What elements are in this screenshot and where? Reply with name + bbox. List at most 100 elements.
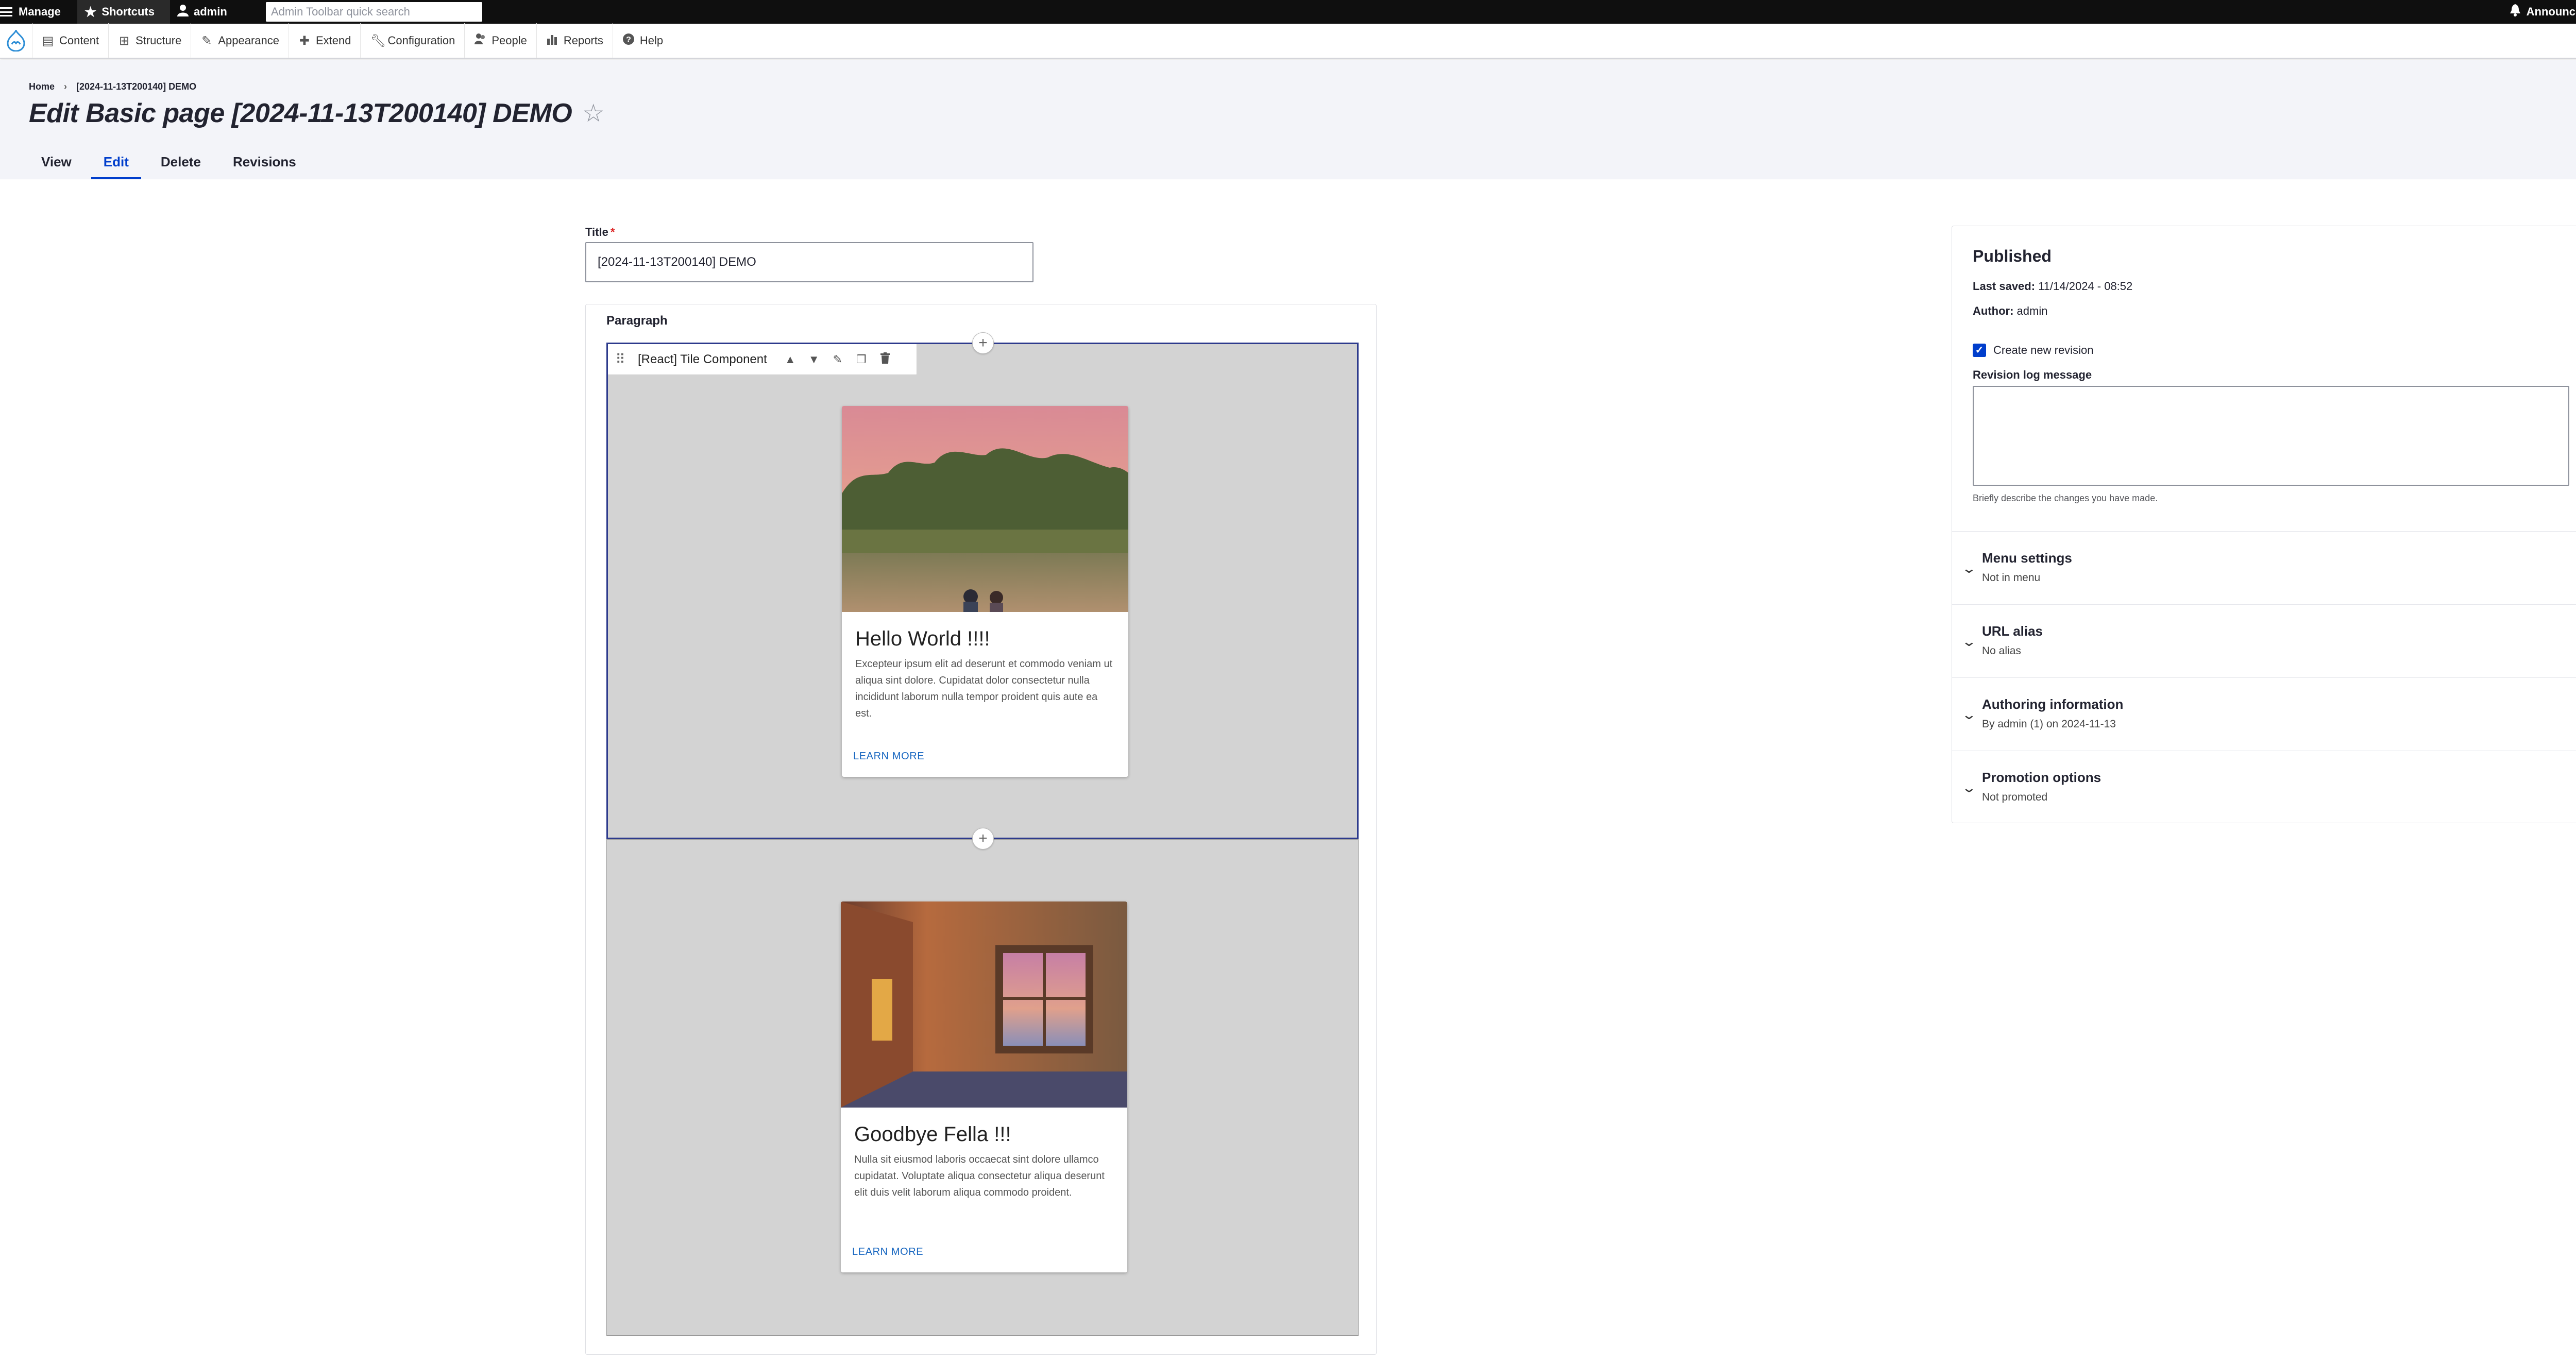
- publish-status: Published: [1973, 247, 2052, 265]
- shortcut-star-icon[interactable]: ☆: [582, 99, 604, 128]
- promotion-options-section[interactable]: ⌄ Promotion options Not promoted: [1952, 751, 2576, 824]
- card-title: Goodbye Fella !!!: [854, 1123, 1011, 1146]
- add-component-button-middle[interactable]: +: [972, 828, 994, 849]
- breadcrumb-home-link[interactable]: Home: [29, 81, 55, 92]
- help-icon: ?: [622, 33, 635, 49]
- bell-icon: [2510, 4, 2520, 20]
- card-text: Nulla sit eiusmod laboris occaecat sint …: [854, 1154, 1105, 1198]
- toolbar-search-input[interactable]: Admin Toolbar quick search: [266, 2, 482, 22]
- menu-configuration[interactable]: 🔧︎ Configuration: [360, 23, 464, 58]
- component-toolbar: ⠿ [React] Tile Component ▲ ▼ ✎ ❐: [608, 344, 917, 375]
- menu-settings-summary: Not in menu: [1982, 572, 2041, 584]
- announcements-button[interactable]: Announcements: [2510, 0, 2576, 24]
- add-component-button-top[interactable]: +: [972, 332, 994, 354]
- required-marker: *: [610, 226, 615, 239]
- tab-delete[interactable]: Delete: [148, 147, 213, 179]
- tab-edit[interactable]: Edit: [91, 147, 141, 179]
- menu-reports[interactable]: Reports: [536, 23, 613, 58]
- menu-configuration-label: Configuration: [387, 34, 455, 47]
- last-saved-label: Last saved:: [1973, 280, 2036, 293]
- people-icon: [474, 33, 486, 49]
- menu-help-label: Help: [639, 34, 664, 47]
- card-title: Hello World !!!!: [855, 627, 990, 650]
- tile-component-2[interactable]: Goodbye Fella !!! Nulla sit eiusmod labo…: [606, 839, 1359, 1336]
- tab-revisions[interactable]: Revisions: [221, 147, 309, 179]
- tab-view[interactable]: View: [29, 147, 84, 179]
- breadcrumb: Home › [2024-11-13T200140] DEMO: [29, 81, 196, 92]
- menu-settings-section[interactable]: ⌄ Menu settings Not in menu: [1952, 531, 2576, 604]
- wrench-icon: 🔧︎: [370, 33, 386, 48]
- shortcuts-label: Shortcuts: [101, 5, 155, 18]
- url-alias-summary: No alias: [1982, 645, 2021, 657]
- tile-component-1[interactable]: ⠿ [React] Tile Component ▲ ▼ ✎ ❐ Hello W…: [606, 343, 1359, 839]
- promotion-options-summary: Not promoted: [1982, 791, 2048, 803]
- tile-card: Goodbye Fella !!! Nulla sit eiusmod labo…: [841, 901, 1127, 1272]
- title-input[interactable]: [2024-11-13T200140] DEMO: [585, 242, 1033, 282]
- menu-content[interactable]: ▤ Content: [32, 23, 108, 58]
- shortcuts-tab[interactable]: ★ Shortcuts: [77, 0, 170, 24]
- card-image-window-room: [841, 901, 1127, 1108]
- user-label: admin: [194, 5, 227, 18]
- star-icon: ★: [84, 4, 97, 20]
- user-icon: [177, 4, 189, 20]
- author: Author: admin: [1973, 304, 2047, 318]
- menu-settings-title: Menu settings: [1982, 550, 2072, 566]
- manage-tab[interactable]: Manage: [0, 0, 77, 24]
- menu-people[interactable]: People: [464, 23, 536, 58]
- admin-toolbar: Manage ★ Shortcuts admin Admin Toolbar q…: [0, 0, 2576, 24]
- checkbox-checked-icon[interactable]: ✓: [1973, 344, 1986, 357]
- promotion-options-title: Promotion options: [1982, 770, 2102, 785]
- duplicate-icon[interactable]: ❐: [850, 353, 873, 366]
- authoring-information-section[interactable]: ⌄ Authoring information By admin (1) on …: [1952, 677, 2576, 751]
- svg-text:?: ?: [626, 36, 631, 44]
- last-saved-value: 11/14/2024 - 08:52: [2038, 280, 2133, 293]
- paragraph-label: Paragraph: [606, 314, 668, 328]
- manage-label: Manage: [19, 5, 61, 18]
- revision-log-textarea[interactable]: [1973, 386, 2569, 486]
- move-down-icon[interactable]: ▼: [802, 353, 826, 366]
- hamburger-icon: [0, 7, 12, 16]
- menu-appearance[interactable]: ✎ Appearance: [191, 23, 289, 58]
- admin-menu-tray: ▤ Content ⊞ Structure ✎ Appearance ✚ Ext…: [0, 23, 2576, 59]
- entity-meta-sidebar: Published Last saved: 11/14/2024 - 08:52…: [1952, 226, 2576, 823]
- menu-structure[interactable]: ⊞ Structure: [108, 23, 191, 58]
- menu-extend-label: Extend: [315, 34, 351, 47]
- menu-people-label: People: [492, 34, 527, 47]
- announcements-label: Announcements: [2526, 5, 2576, 18]
- url-alias-section[interactable]: ⌄ URL alias No alias: [1952, 604, 2576, 677]
- learn-more-link[interactable]: LEARN MORE: [853, 751, 924, 762]
- learn-more-link[interactable]: LEARN MORE: [852, 1246, 923, 1258]
- menu-content-label: Content: [59, 34, 99, 47]
- chevron-down-icon: ⌄: [1961, 780, 1977, 795]
- card-image-lake-sunset: [842, 406, 1128, 612]
- create-revision-label: Create new revision: [1993, 344, 2094, 356]
- move-up-icon[interactable]: ▲: [778, 353, 802, 366]
- chevron-down-icon: ⌄: [1961, 707, 1977, 722]
- menu-structure-label: Structure: [135, 34, 182, 47]
- title-label-text: Title: [585, 226, 608, 239]
- user-tab[interactable]: admin: [170, 0, 252, 24]
- authoring-information-summary: By admin (1) on 2024-11-13: [1982, 718, 2116, 730]
- chevron-down-icon: ⌄: [1961, 560, 1977, 576]
- menu-appearance-label: Appearance: [218, 34, 279, 47]
- revision-log-label: Revision log message: [1973, 368, 2092, 381]
- create-revision-checkbox[interactable]: ✓ Create new revision: [1973, 344, 2093, 357]
- extend-icon: ✚: [299, 33, 310, 48]
- drupal-logo-icon[interactable]: [0, 23, 32, 58]
- component-name: [React] Tile Component: [638, 352, 767, 366]
- page-title: Edit Basic page [2024-11-13T200140] DEMO…: [29, 98, 604, 129]
- structure-icon: ⊞: [119, 33, 130, 48]
- menu-extend[interactable]: ✚ Extend: [288, 23, 361, 58]
- reports-icon: [546, 33, 558, 48]
- author-value: admin: [2016, 304, 2048, 317]
- title-field-label: Title *: [585, 226, 615, 239]
- url-alias-title: URL alias: [1982, 623, 2043, 639]
- content-icon: ▤: [42, 33, 54, 48]
- drag-handle-icon[interactable]: ⠿: [608, 351, 631, 367]
- last-saved: Last saved: 11/14/2024 - 08:52: [1973, 280, 2132, 293]
- edit-pencil-icon[interactable]: ✎: [826, 353, 850, 366]
- menu-reports-label: Reports: [563, 34, 603, 47]
- revision-log-help: Briefly describe the changes you have ma…: [1973, 493, 2158, 503]
- delete-trash-icon[interactable]: [873, 352, 897, 367]
- menu-help[interactable]: ? Help: [612, 23, 672, 58]
